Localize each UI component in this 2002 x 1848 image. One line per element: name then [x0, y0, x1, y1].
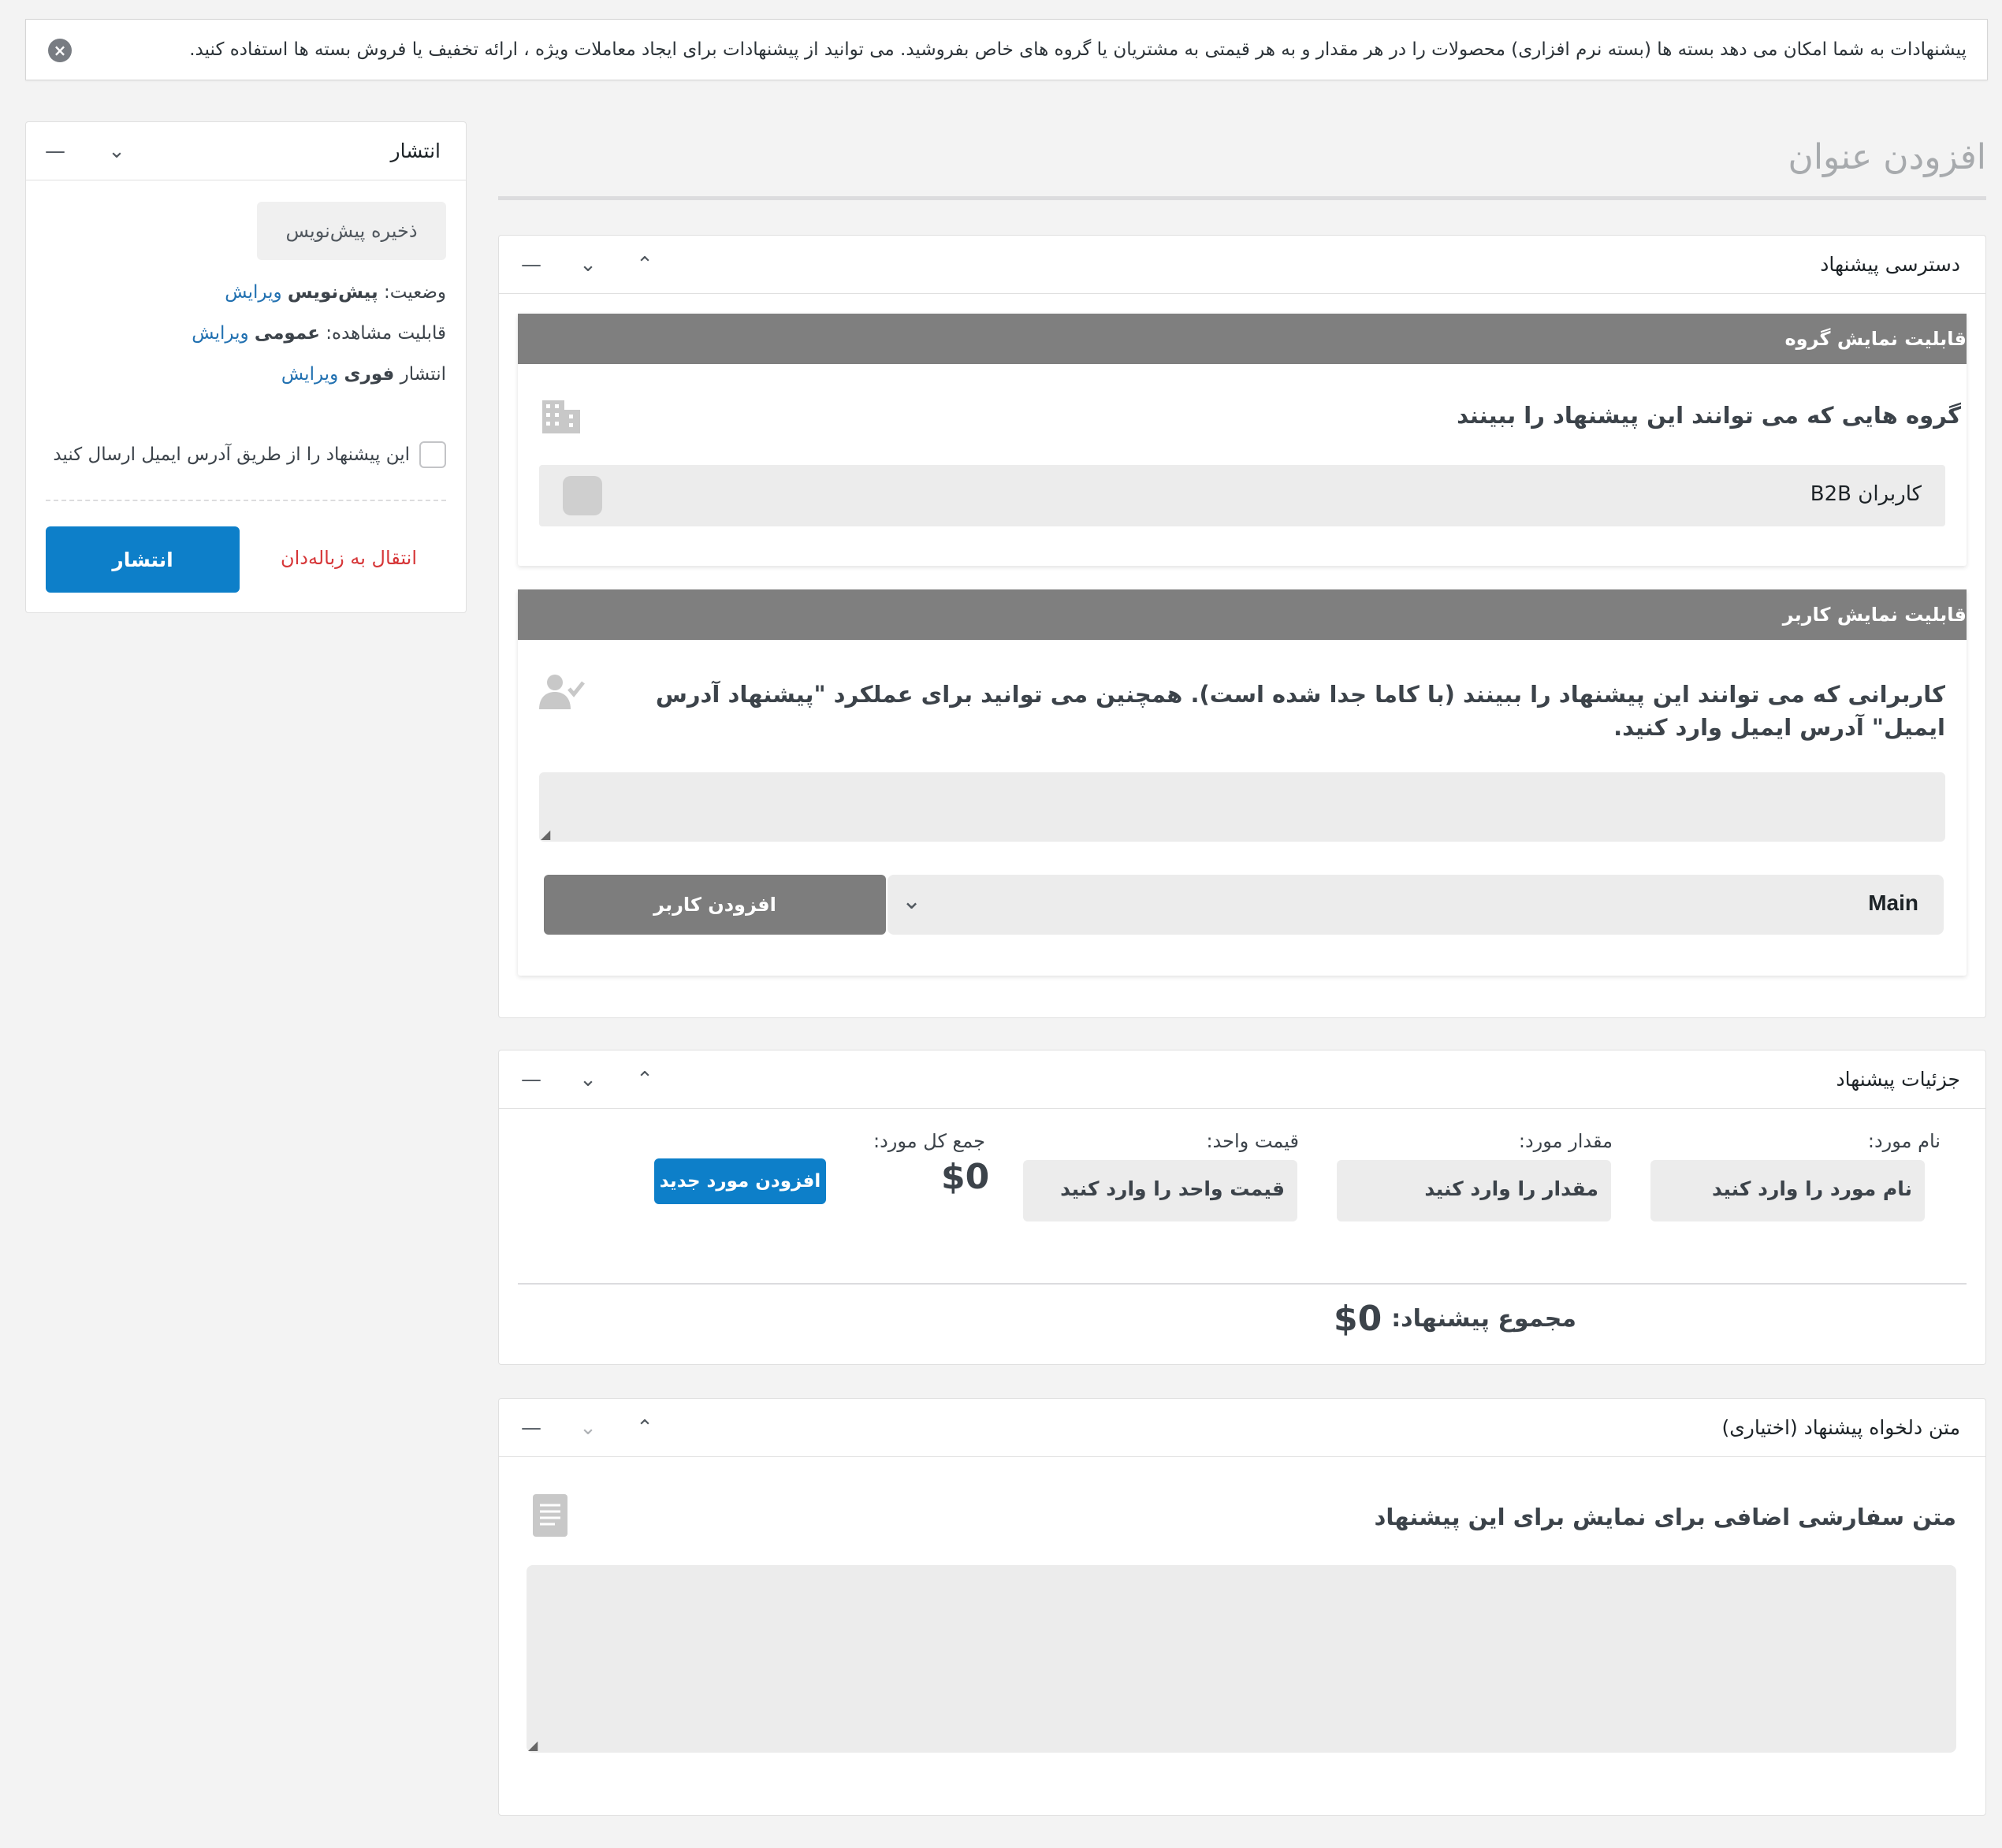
publish-button[interactable]: انتشار — [46, 526, 240, 593]
quantity-input[interactable]: مقدار را وارد کنید — [1337, 1160, 1611, 1221]
group-visibility-bar: قابلیت نمایش گروه — [518, 314, 1967, 364]
offer-details-header: جزئیات پیشنهاد — ⌄ ⌃ — [499, 1050, 1985, 1109]
status-row: وضعیت: پیش‌نویس ویرایش — [225, 282, 446, 303]
chevron-down-icon[interactable]: ⌄ — [571, 1068, 605, 1091]
trash-link[interactable]: انتقال به زباله‌دان — [281, 547, 417, 569]
chevron-up-icon[interactable]: ⌃ — [628, 1416, 661, 1440]
add-item-button[interactable]: افزودن مورد جدید — [654, 1158, 826, 1204]
chevron-down-icon[interactable]: ⌄ — [571, 253, 605, 277]
visibility-row: قابلیت مشاهده: عمومی ویرایش — [192, 323, 446, 344]
title-placeholder: افزودن عنوان — [1788, 137, 1986, 177]
close-icon[interactable]: × — [48, 39, 72, 62]
notice-text: پیشنهادات به شما امکان می دهد بسته ها (ب… — [189, 39, 1967, 60]
details-divider — [518, 1283, 1967, 1285]
collapse-icon[interactable]: — — [515, 1068, 548, 1091]
resize-handle-icon[interactable]: ◢ — [541, 827, 550, 842]
save-draft-button[interactable]: ذخیره پیش‌نویس — [257, 202, 446, 260]
group-label-b2b: کاربران B2B — [1810, 482, 1922, 506]
email-checkbox[interactable] — [419, 441, 446, 468]
edit-publish-link[interactable]: ویرایش — [281, 364, 338, 385]
unit-price-input[interactable]: قیمت واحد را وارد کنید — [1023, 1160, 1297, 1221]
publish-time-row: انتشار فوری ویرایش — [281, 364, 446, 385]
add-user-button[interactable]: افزودن کاربر — [544, 875, 886, 935]
chevron-up-icon[interactable]: ⌃ — [628, 1068, 661, 1091]
chevron-down-icon: ⌄ — [902, 887, 922, 915]
custom-text-heading: متن سفارشی اضافی برای نمایش برای این پیش… — [1374, 1504, 1957, 1530]
publish-header: انتشار — ⌄ — [26, 122, 466, 180]
collapse-icon[interactable]: — — [39, 139, 72, 163]
publish-divider — [46, 500, 446, 501]
info-notice: پیشنهادات به شما امکان می دهد بسته ها (ب… — [25, 19, 1988, 80]
group-row-b2b[interactable]: کاربران B2B — [539, 465, 1945, 526]
edit-status-link[interactable]: ویرایش — [225, 282, 281, 303]
unit-price-label: قیمت واحد: — [1206, 1130, 1299, 1152]
title-input[interactable]: افزودن عنوان — [498, 118, 1986, 200]
email-checkbox-row[interactable]: این پیشنهاد را از طریق آدرس ایمیل ارسال … — [53, 441, 446, 468]
item-name-input[interactable]: نام مورد را وارد کنید — [1650, 1160, 1925, 1221]
item-total-value: $0 — [941, 1157, 990, 1197]
item-total-label: جمع کل مورد: — [873, 1130, 985, 1152]
user-select-value: Main — [1868, 891, 1918, 915]
user-check-icon — [539, 673, 586, 711]
offer-access-header: دسترسی پیشنهاد — ⌄ ⌃ — [499, 236, 1985, 294]
chevron-down-icon[interactable]: ⌄ — [100, 139, 133, 163]
custom-text-title: متن دلخواه پیشنهاد (اختیاری) — [1721, 1416, 1960, 1439]
offer-access-title: دسترسی پیشنهاد — [1820, 253, 1960, 276]
user-visibility-heading: کاربرانی که می توانند این پیشنهاد را ببی… — [655, 681, 1945, 741]
building-icon — [541, 397, 582, 435]
resize-handle-icon[interactable]: ◢ — [528, 1738, 538, 1753]
offer-details-title: جزئیات پیشنهاد — [1836, 1068, 1960, 1091]
item-name-label: نام مورد: — [1867, 1130, 1941, 1152]
group-visibility-heading: گروه هایی که می توانند این پیشنهاد را بب… — [1457, 402, 1961, 429]
offer-sum: مجموع پیشنهاد: $0 — [1333, 1299, 1576, 1339]
group-toggle-checkbox[interactable] — [563, 476, 602, 515]
edit-visibility-link[interactable]: ویرایش — [192, 323, 248, 344]
custom-text-header: متن دلخواه پیشنهاد (اختیاری) — ⌄ ⌃ — [499, 1399, 1985, 1457]
custom-text-textarea[interactable]: ◢ — [527, 1565, 1956, 1753]
collapse-icon[interactable]: — — [515, 1416, 548, 1440]
quantity-label: مقدار مورد: — [1518, 1130, 1613, 1152]
document-icon — [533, 1494, 567, 1537]
users-textarea[interactable]: ◢ — [539, 772, 1945, 842]
user-visibility-bar: قابلیت نمایش کاربر — [518, 589, 1967, 640]
chevron-up-icon[interactable]: ⌃ — [628, 253, 661, 277]
publish-title: انتشار — [390, 139, 441, 162]
user-select[interactable]: Main ⌄ — [888, 875, 1944, 935]
collapse-icon[interactable]: — — [515, 253, 548, 277]
chevron-down-icon[interactable]: ⌄ — [571, 1416, 605, 1440]
